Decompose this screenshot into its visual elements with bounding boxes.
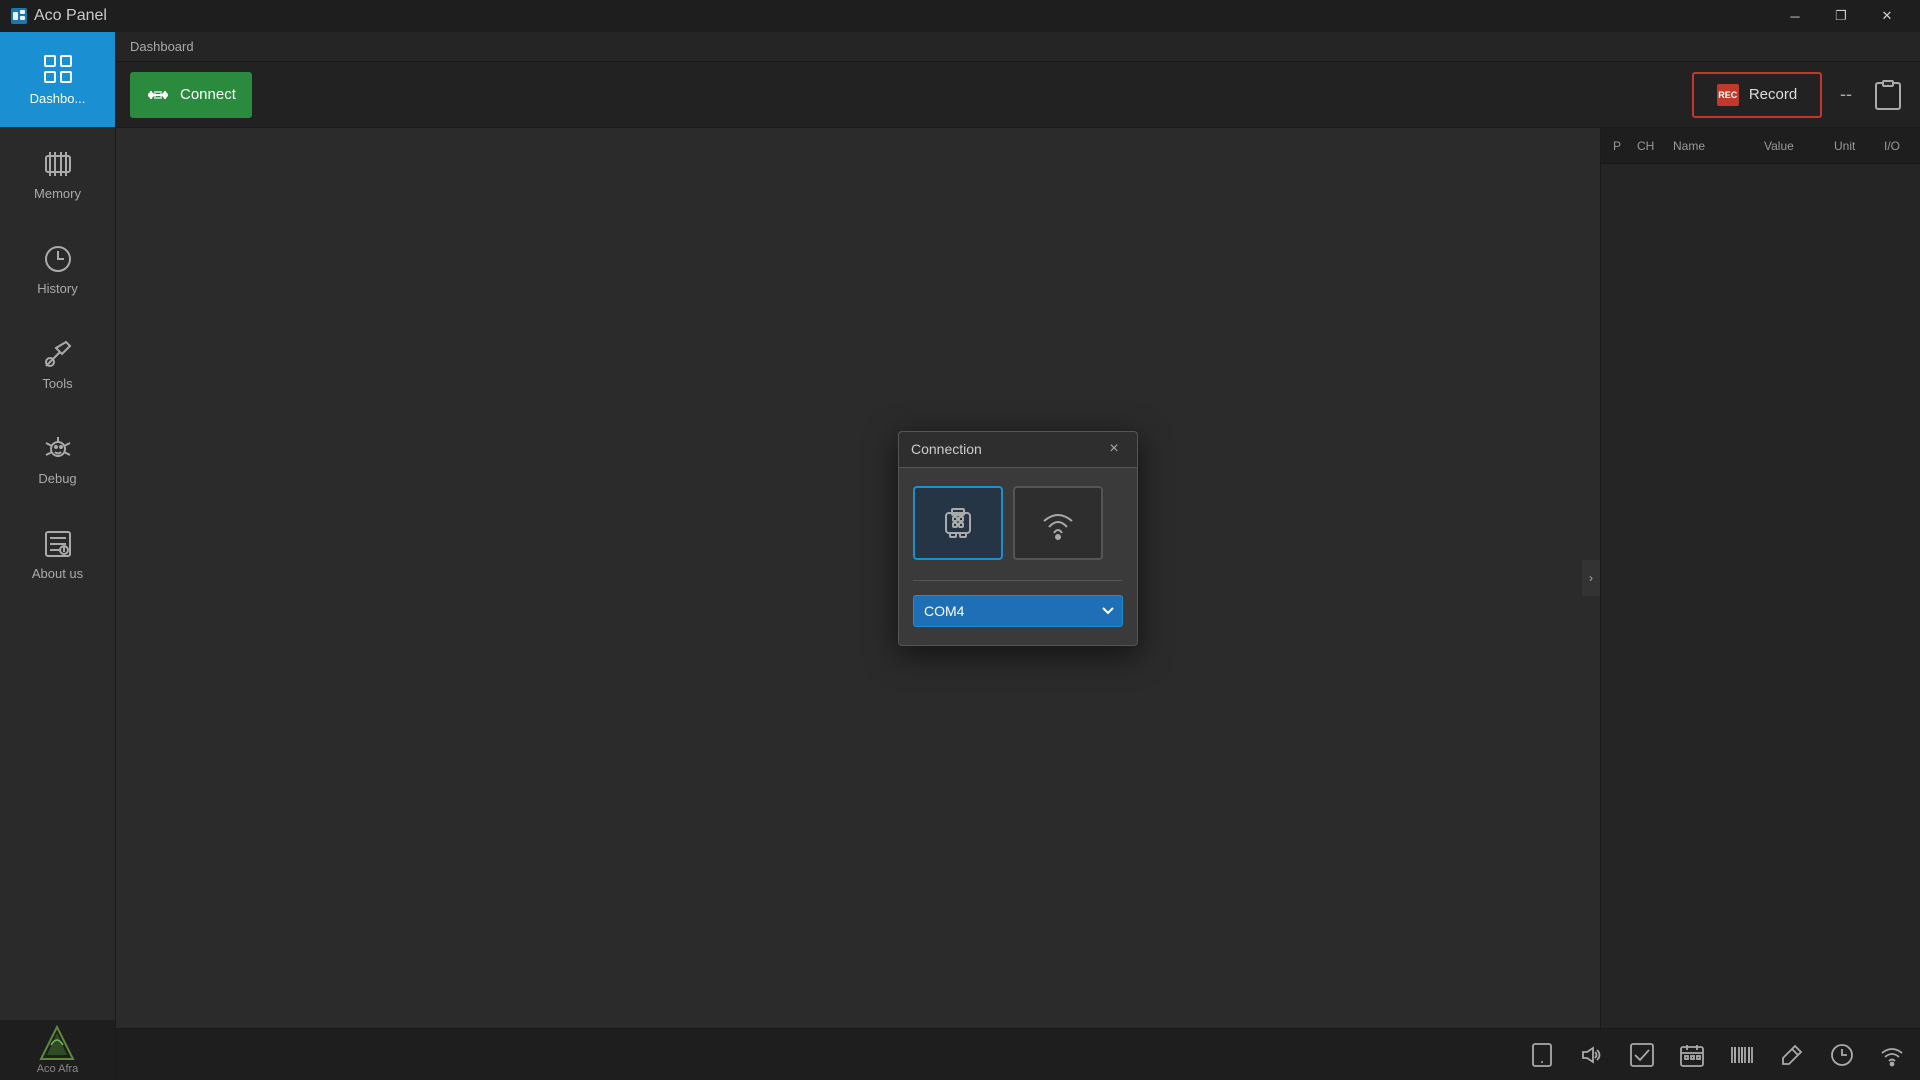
workspace: Connection × xyxy=(116,128,1920,1028)
sidebar-label-history: History xyxy=(37,281,77,296)
status-tablet-icon[interactable] xyxy=(1524,1037,1560,1073)
connection-dialog: Connection × xyxy=(898,431,1138,646)
sidebar-item-about[interactable]: About us xyxy=(0,507,115,602)
about-icon xyxy=(42,528,74,560)
debug-icon xyxy=(42,433,74,465)
clipboard-icon xyxy=(1874,79,1902,111)
sidebar-label-tools: Tools xyxy=(42,376,72,391)
status-speaker-icon[interactable] xyxy=(1574,1037,1610,1073)
sidebar-item-history[interactable]: History xyxy=(0,222,115,317)
com-port-select[interactable]: COM4 COM1 COM2 COM3 xyxy=(913,595,1123,627)
connect-icon xyxy=(146,83,170,107)
connect-label: Connect xyxy=(180,86,236,103)
titlebar: Aco Panel ─ ❐ ✕ xyxy=(0,0,1920,32)
record-button[interactable]: REC Record xyxy=(1692,72,1822,118)
status-edit-icon[interactable] xyxy=(1774,1037,1810,1073)
wifi-dialog-icon xyxy=(1036,501,1080,545)
sidebar-item-debug[interactable]: Debug xyxy=(0,412,115,507)
minimize-button[interactable]: ─ xyxy=(1772,0,1818,32)
sidebar-label-about: About us xyxy=(32,566,83,581)
tools-icon xyxy=(42,338,74,370)
usb-icon xyxy=(936,501,980,545)
sidebar-label-memory: Memory xyxy=(34,186,81,201)
app-title: Aco Panel xyxy=(34,7,107,25)
sidebar-logo: Aco Afra xyxy=(0,1020,115,1080)
status-calendar-icon[interactable] xyxy=(1674,1037,1710,1073)
memory-icon xyxy=(42,148,74,180)
connect-button[interactable]: Connect xyxy=(130,72,252,118)
sidebar-item-tools[interactable]: Tools xyxy=(0,317,115,412)
sidebar-label-dashboard: Dashbo... xyxy=(30,91,86,106)
status-check-icon[interactable] xyxy=(1624,1037,1660,1073)
toolbar-dots[interactable]: -- xyxy=(1832,84,1860,105)
dialog-close-button[interactable]: × xyxy=(1103,438,1125,460)
app-icon xyxy=(10,7,28,25)
status-wifi-icon[interactable] xyxy=(1874,1037,1910,1073)
record-label: Record xyxy=(1749,86,1797,103)
modal-overlay: Connection × xyxy=(116,128,1920,1028)
record-indicator: REC xyxy=(1717,84,1739,106)
clipboard-button[interactable] xyxy=(1870,72,1906,118)
record-indicator-text: REC xyxy=(1718,90,1737,100)
serial-connection-button[interactable] xyxy=(913,486,1003,560)
toolbar: Connect REC Record -- xyxy=(116,62,1920,128)
dialog-titlebar: Connection × xyxy=(899,432,1137,468)
status-barcode-icon[interactable] xyxy=(1724,1037,1760,1073)
dialog-divider xyxy=(913,580,1123,581)
connection-types xyxy=(913,486,1123,560)
history-icon xyxy=(42,243,74,275)
statusbar xyxy=(116,1028,1920,1080)
logo-container: Aco Afra xyxy=(37,1025,79,1075)
logo-icon xyxy=(39,1025,75,1061)
logo-text: Aco Afra xyxy=(37,1063,79,1075)
dialog-body: COM4 COM1 COM2 COM3 xyxy=(899,468,1137,645)
main-content: Dashboard Connect REC Reco xyxy=(116,32,1920,1080)
main-panel: Connection × xyxy=(116,128,1920,1028)
sidebar: Dashbo... Memory xyxy=(0,32,116,1080)
breadcrumb-text: Dashboard xyxy=(130,39,194,54)
sidebar-label-debug: Debug xyxy=(38,471,76,486)
app-body: Dashbo... Memory xyxy=(0,32,1920,1080)
status-clock-icon[interactable] xyxy=(1824,1037,1860,1073)
dialog-title: Connection xyxy=(911,441,982,457)
dashboard-icon xyxy=(42,53,74,85)
close-button[interactable]: ✕ xyxy=(1864,0,1910,32)
restore-button[interactable]: ❐ xyxy=(1818,0,1864,32)
sidebar-item-memory[interactable]: Memory xyxy=(0,127,115,222)
breadcrumb: Dashboard xyxy=(116,32,1920,62)
wifi-connection-button[interactable] xyxy=(1013,486,1103,560)
sidebar-item-dashboard[interactable]: Dashbo... xyxy=(0,32,115,127)
